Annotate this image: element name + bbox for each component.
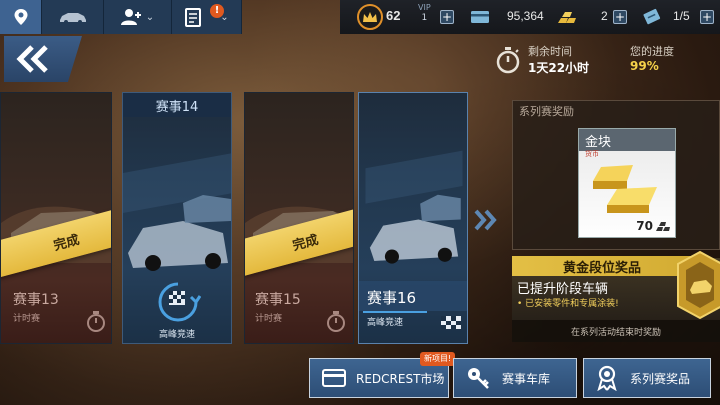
stopwatch-icon bbox=[327, 311, 345, 332]
market-label: REDCREST市场 bbox=[356, 371, 445, 386]
gold-bars-icon bbox=[593, 165, 657, 213]
series-rewards-button[interactable]: 系列赛奖品 bbox=[583, 358, 711, 398]
time-left-value: 1天22小时 bbox=[528, 61, 590, 75]
stopwatch-icon bbox=[496, 47, 520, 74]
new-items-badge: 新项目! bbox=[420, 352, 456, 366]
garage-label: 赛事车库 bbox=[502, 371, 551, 386]
event-card-13[interactable]: 完成 赛事13 计时赛 bbox=[0, 92, 112, 344]
chevron-down-icon: ⌄ bbox=[145, 11, 155, 23]
event-title: 赛事15 bbox=[255, 292, 301, 308]
tier-bullet: • 已安装零件和专属涂装! bbox=[517, 299, 619, 309]
gold-tier-emblem-icon bbox=[677, 250, 720, 320]
vip-indicator: VIP 1 bbox=[418, 3, 431, 23]
event-garage-button[interactable]: 赛事车库 bbox=[453, 358, 577, 398]
map-tab[interactable] bbox=[0, 0, 42, 34]
accent-line bbox=[363, 311, 427, 313]
cash-amount: 95,364 bbox=[507, 9, 544, 23]
series-rewards-label: 系列赛奖品 bbox=[630, 371, 691, 386]
reward-item-card[interactable]: 金块 货币 70 bbox=[578, 128, 676, 238]
fuel-plus-button[interactable]: + bbox=[700, 10, 714, 24]
garage-tab[interactable] bbox=[42, 0, 104, 34]
notification-badge: ! bbox=[210, 4, 224, 18]
event-card-15[interactable]: 完成 赛事15 计时赛 bbox=[244, 92, 354, 344]
event-title: 赛事13 bbox=[13, 292, 59, 308]
checkered-flag-icon bbox=[441, 316, 461, 335]
car-scene-image bbox=[123, 153, 231, 271]
card-icon bbox=[322, 369, 346, 387]
player-level: 62 bbox=[386, 8, 401, 23]
fuel-amount: 1/5 bbox=[673, 9, 690, 23]
double-chevron-right-icon bbox=[474, 209, 497, 231]
gold-bars-small-icon bbox=[656, 222, 670, 231]
peak-race-flag-icon bbox=[158, 282, 201, 322]
award-medal-icon bbox=[597, 365, 617, 391]
car-key-icon bbox=[468, 368, 489, 389]
reward-footer: 在系列活动结束时奖励 bbox=[512, 320, 720, 342]
event-title: 赛事14 bbox=[123, 93, 231, 117]
event-subtitle: 计时赛 bbox=[255, 314, 283, 324]
user-add-icon bbox=[120, 9, 141, 25]
reward-item-type: 货币 bbox=[585, 150, 599, 158]
event-card-14[interactable]: 赛事14 高峰竞速 bbox=[122, 92, 232, 344]
tasks-tab[interactable]: ! ⌄ bbox=[172, 0, 242, 34]
car-scene-image bbox=[365, 150, 463, 264]
profile-tab[interactable]: ⌄ bbox=[104, 0, 172, 34]
reward-section-title: 系列赛奖励 bbox=[519, 105, 574, 118]
level-badge bbox=[357, 4, 383, 30]
fuel-ticket-icon bbox=[643, 8, 661, 25]
cash-card-icon bbox=[471, 11, 489, 23]
reward-item-amount: 70 bbox=[636, 219, 653, 233]
location-pin-icon bbox=[14, 9, 27, 25]
double-chevron-left-icon bbox=[16, 45, 48, 73]
event-card-16[interactable]: 赛事16 高峰竞速 bbox=[358, 92, 468, 344]
your-progress-value: 99% bbox=[630, 59, 659, 73]
gold-amount: 2 bbox=[601, 9, 608, 23]
vip-label: VIP bbox=[418, 3, 431, 12]
event-subtitle: 高峰竞速 bbox=[158, 330, 195, 340]
gold-bars-icon bbox=[558, 12, 576, 23]
tier-headline: 已提升阶段车辆 bbox=[517, 282, 609, 297]
event-subtitle: 高峰竞速 bbox=[367, 318, 404, 328]
gold-tier-title: 黄金段位奖品 bbox=[512, 256, 692, 276]
car-icon bbox=[59, 13, 86, 24]
stopwatch-icon bbox=[87, 311, 105, 332]
reward-item-name: 金块 bbox=[585, 135, 612, 150]
event-subtitle: 计时赛 bbox=[13, 314, 41, 324]
time-left-label: 剩余时间 bbox=[528, 45, 572, 58]
checklist-icon bbox=[185, 8, 202, 27]
crown-icon bbox=[363, 12, 377, 22]
your-progress-label: 您的进度 bbox=[630, 45, 674, 58]
gold-plus-button[interactable]: + bbox=[613, 10, 627, 24]
event-title: 赛事16 bbox=[367, 289, 417, 307]
vip-level: 1 bbox=[421, 13, 428, 23]
vip-plus-button[interactable]: + bbox=[440, 10, 454, 24]
